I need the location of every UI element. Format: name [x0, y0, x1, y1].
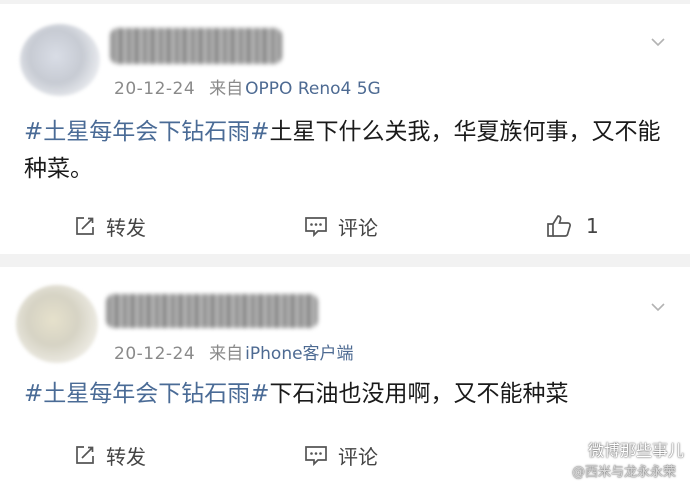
comment-icon	[305, 217, 327, 237]
chevron-down-icon[interactable]	[650, 299, 666, 315]
post-date: 20-12-24	[114, 344, 196, 364]
username-blurred[interactable]	[110, 28, 282, 64]
post-content: #土星每年会下钻石雨#土星下什么关我，华夏族何事，又不能种菜。	[24, 114, 666, 188]
source-label: 来自	[209, 344, 244, 364]
comment-button[interactable]: 评论	[304, 206, 378, 246]
post-meta: 20-12-24 来自 OPPO Reno4 5G	[114, 74, 381, 99]
username-blurred[interactable]	[106, 294, 318, 328]
like-count: 1	[586, 214, 599, 238]
comment-icon	[305, 446, 327, 466]
repost-icon	[76, 217, 94, 235]
avatar[interactable]	[20, 24, 100, 96]
repost-label: 转发	[106, 444, 146, 469]
post-meta: 20-12-24 来自 iPhone客户端	[114, 339, 354, 364]
post-content: #土星每年会下钻石雨#下石油也没用啊，又不能种菜	[24, 376, 666, 413]
comment-label: 评论	[338, 215, 378, 240]
source-device[interactable]: iPhone客户端	[245, 344, 353, 364]
repost-label: 转发	[106, 215, 146, 240]
hashtag-link[interactable]: #土星每年会下钻石雨#	[24, 381, 270, 407]
chevron-down-icon[interactable]	[650, 34, 666, 50]
comment-label: 评论	[338, 444, 378, 469]
post-card: 20-12-24 来自 OPPO Reno4 5G #土星每年会下钻石雨#土星下什么…	[0, 4, 690, 254]
avatar[interactable]	[16, 285, 98, 363]
repost-button[interactable]: 转发	[74, 206, 146, 246]
comment-button[interactable]: 评论	[304, 435, 378, 475]
action-bar: 转发 评论 1	[0, 206, 690, 246]
post-card: 20-12-24 来自 iPhone客户端 #土星每年会下钻石雨#下石油也没用啊，又…	[0, 267, 690, 489]
repost-icon	[76, 446, 94, 464]
post-date: 20-12-24	[114, 79, 196, 99]
source-label: 来自	[209, 79, 244, 99]
action-bar: 转发 评论	[0, 435, 690, 475]
post-text: 下石油也没用啊，又不能种菜	[269, 381, 569, 407]
hashtag-link[interactable]: #土星每年会下钻石雨#	[24, 119, 270, 145]
like-button[interactable]: 1	[546, 206, 599, 246]
thumbs-up-icon	[547, 215, 571, 237]
source-device[interactable]: OPPO Reno4 5G	[245, 79, 381, 99]
repost-button[interactable]: 转发	[74, 435, 146, 475]
